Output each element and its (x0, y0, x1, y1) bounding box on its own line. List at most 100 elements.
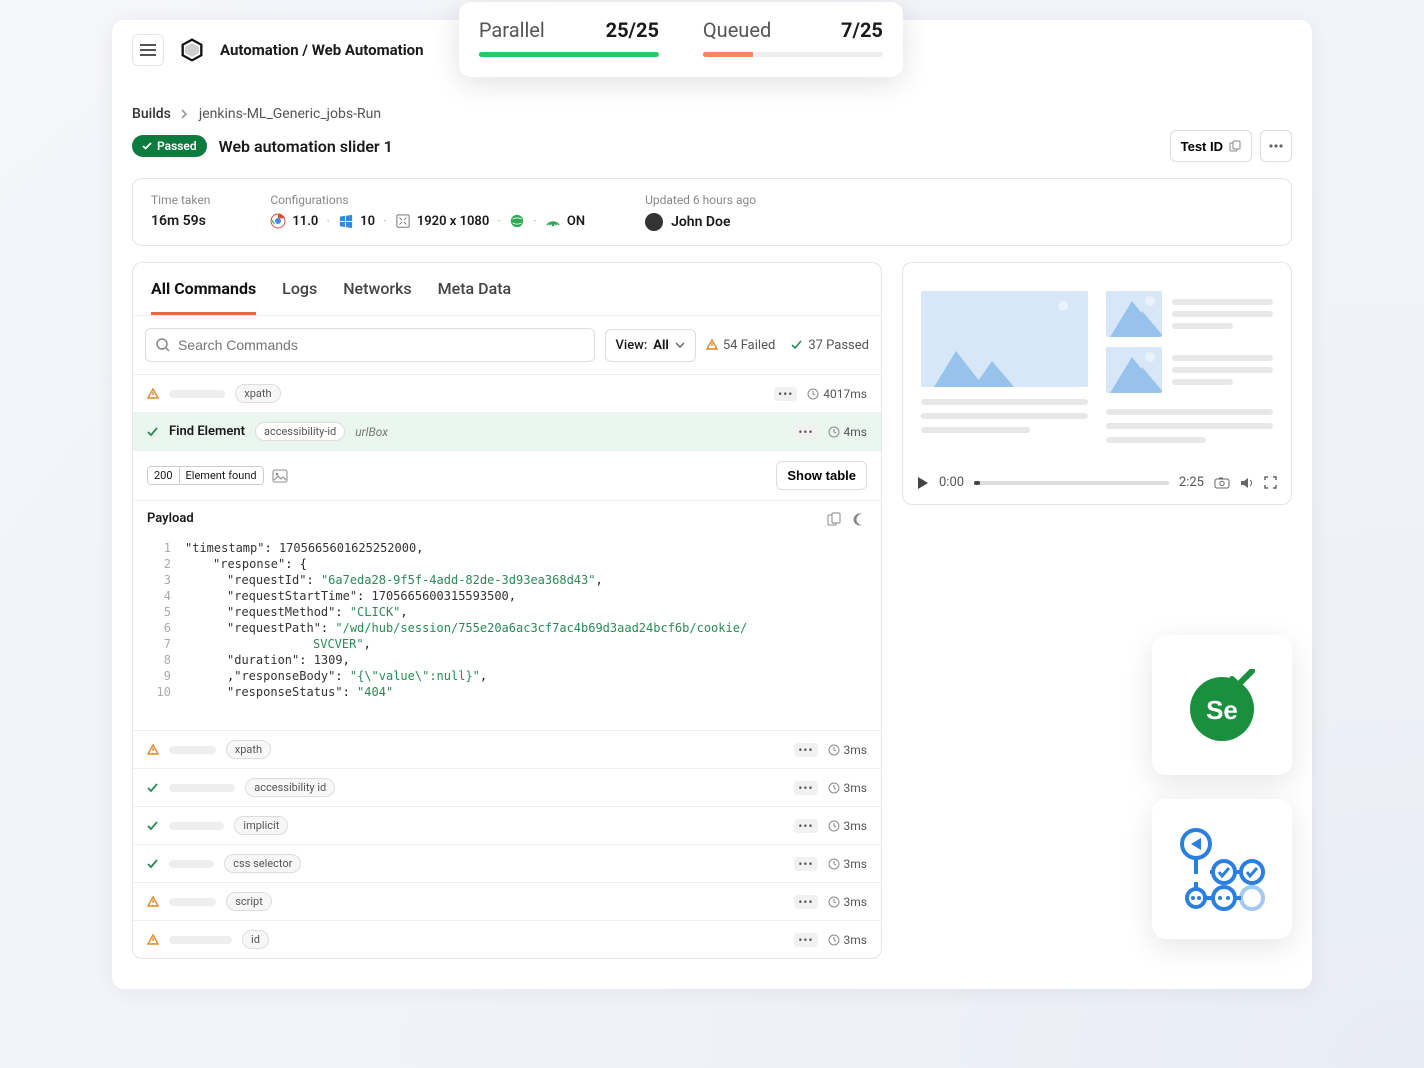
windows-version: 10 (360, 214, 375, 229)
clock-icon (828, 782, 840, 794)
check-icon (147, 783, 159, 793)
command-row[interactable]: id ••• 3ms (133, 920, 881, 958)
check-icon (147, 821, 159, 831)
view-select[interactable]: View: All (605, 329, 696, 362)
warning-icon (147, 896, 159, 908)
image-icon[interactable] (272, 469, 288, 483)
check-icon (147, 427, 159, 437)
skeleton (169, 390, 225, 398)
command-row[interactable]: script ••• 3ms (133, 882, 881, 920)
hamburger-menu[interactable] (132, 34, 164, 66)
row-menu[interactable]: ••• (794, 425, 817, 439)
app-logo (178, 36, 206, 64)
row-menu[interactable]: ••• (794, 781, 817, 795)
dots-icon (1269, 144, 1283, 148)
crumb-root[interactable]: Builds (132, 106, 171, 122)
search-input-wrapper[interactable] (145, 328, 595, 362)
check-icon (791, 340, 803, 350)
tag-pill: id (242, 930, 269, 949)
row-menu[interactable]: ••• (794, 933, 817, 947)
row-menu[interactable]: ••• (794, 819, 817, 833)
command-row[interactable]: xpath ••• 4017ms (133, 374, 881, 412)
page-title: Web automation slider 1 (219, 137, 393, 156)
row-time: 3ms (828, 781, 867, 795)
time-label: Time taken (151, 193, 210, 207)
video-progress[interactable] (974, 481, 1169, 485)
tag-pill: xpath (235, 384, 280, 403)
row-time: 4017ms (807, 387, 867, 401)
more-button[interactable] (1260, 130, 1292, 162)
test-id-button[interactable]: Test ID (1170, 130, 1252, 162)
passed-count: 37 Passed (791, 338, 869, 353)
tab-meta-data[interactable]: Meta Data (438, 263, 512, 315)
breadcrumb-top: Automation / Web Automation (220, 41, 424, 59)
status-code-pill: 200 Element found (147, 466, 264, 485)
search-input[interactable] (178, 337, 584, 353)
command-row-highlight[interactable]: Find Element accessibility-id urlBox •••… (133, 412, 881, 450)
tag-pill: script (226, 892, 272, 911)
copy-icon (1229, 140, 1241, 152)
command-title: Find Element (169, 424, 245, 439)
pipeline-card (1152, 799, 1292, 939)
command-row[interactable]: xpath•••3ms (133, 730, 881, 768)
command-row[interactable]: implicit ••• 3ms (133, 806, 881, 844)
show-table-button[interactable]: Show table (776, 461, 867, 490)
volume-icon[interactable] (1240, 477, 1254, 489)
theme-icon[interactable] (853, 512, 867, 526)
stat-queued: Queued 7/25 (703, 18, 883, 57)
clock-icon (828, 744, 840, 756)
clock-icon (828, 426, 840, 438)
video-total: 2:25 (1179, 475, 1204, 490)
resolution: 1920 x 1080 (417, 214, 489, 229)
video-current: 0:00 (939, 475, 964, 490)
network-icon (545, 213, 561, 229)
row-menu[interactable]: ••• (794, 895, 817, 909)
selenium-card: Se (1152, 635, 1292, 775)
play-icon[interactable] (917, 476, 929, 490)
copy-icon[interactable] (827, 512, 841, 526)
payload-body: 1"timestamp": 1705665601625252000,2"resp… (133, 536, 881, 730)
skeleton (169, 936, 232, 944)
crumb-leaf: jenkins-ML_Generic_jobs-Run (199, 106, 381, 122)
row-time: 3ms (828, 819, 867, 833)
svg-text:Se: Se (1206, 695, 1238, 725)
tab-all-commands[interactable]: All Commands (151, 263, 256, 315)
tab-networks[interactable]: Networks (343, 263, 411, 315)
chevron-right-icon (181, 109, 189, 119)
row-menu[interactable]: ••• (794, 743, 817, 757)
stat-queued-value: 7/25 (841, 18, 883, 42)
fullscreen-icon[interactable] (1264, 476, 1277, 489)
time-value: 16m 59s (151, 213, 210, 229)
row-menu[interactable]: ••• (774, 387, 797, 401)
chrome-icon (270, 213, 286, 229)
stat-parallel-value: 25/25 (606, 18, 659, 42)
tab-logs[interactable]: Logs (282, 263, 317, 315)
failed-count: 54 Failed (706, 338, 775, 353)
row-menu[interactable]: ••• (794, 857, 817, 871)
warning-icon (147, 934, 159, 946)
skeleton (169, 746, 216, 754)
clock-icon (807, 388, 819, 400)
network-status: ON (567, 214, 585, 229)
clock-icon (828, 896, 840, 908)
camera-icon[interactable] (1214, 477, 1230, 489)
clock-icon (828, 820, 840, 832)
command-row[interactable]: css selector•••3ms (133, 844, 881, 882)
row-time: 3ms (828, 933, 867, 947)
check-icon (142, 142, 152, 150)
check-icon (147, 859, 159, 869)
tag-pill: implicit (234, 816, 288, 835)
user-name: John Doe (671, 214, 730, 230)
row-time: 3ms (828, 895, 867, 909)
video-card: 0:00 2:25 (902, 262, 1292, 505)
skeleton (169, 822, 224, 830)
clock-icon (828, 858, 840, 870)
skeleton (169, 784, 235, 792)
tag-pill: accessibility-id (255, 422, 345, 441)
updated-label: Updated 6 hours ago (645, 193, 756, 207)
skeleton (169, 860, 214, 868)
command-row[interactable]: accessibility id•••3ms (133, 768, 881, 806)
stat-parallel-label: Parallel (479, 18, 545, 42)
row-time: 3ms (828, 743, 867, 757)
clock-icon (828, 934, 840, 946)
